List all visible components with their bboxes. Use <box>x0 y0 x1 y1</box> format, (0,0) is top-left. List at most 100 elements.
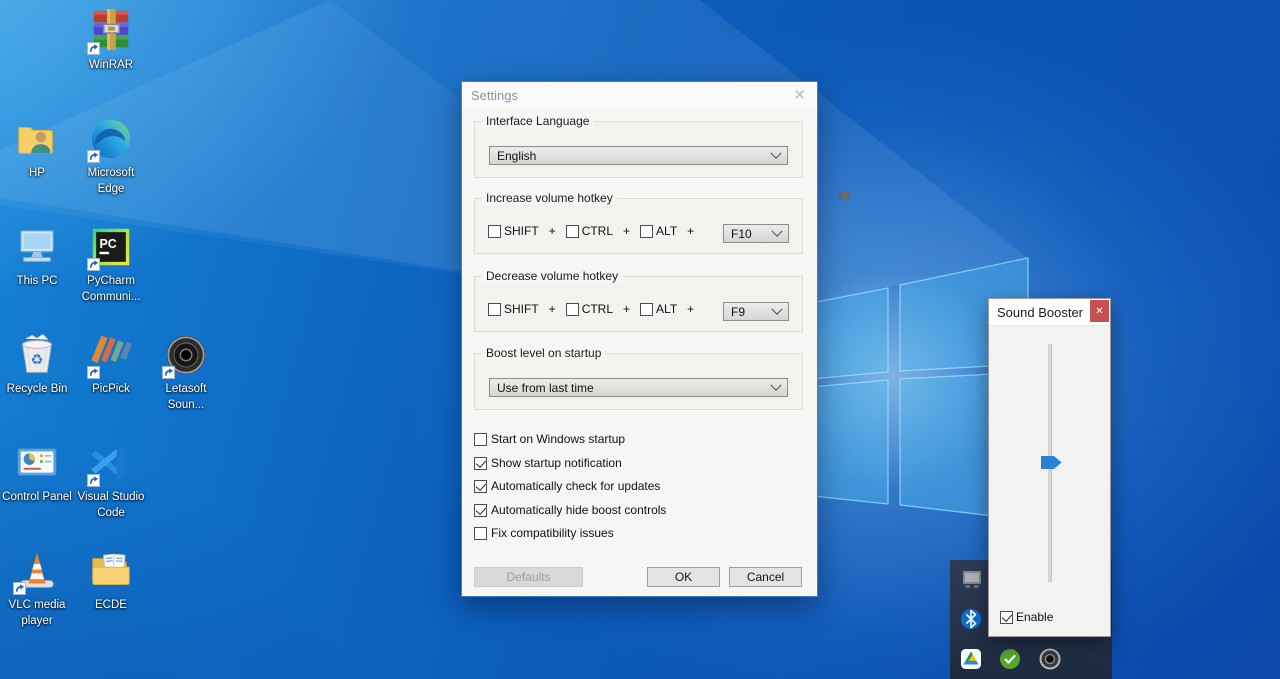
desktop-icon-label: ECDE <box>74 597 148 613</box>
shift-checkbox[interactable] <box>488 303 501 316</box>
group-label: Increase volume hotkey <box>482 191 617 205</box>
alt-checkbox[interactable] <box>640 225 653 238</box>
modifier-label: SHIFT <box>504 302 539 316</box>
decrease-hotkey-group: Decrease volume hotkey SHIFT + CTRL + AL… <box>474 276 803 332</box>
hp-folder-icon <box>14 116 60 162</box>
recycle-bin-icon: ♻ <box>14 332 60 378</box>
cursor-dot <box>840 191 849 200</box>
checkbox-label: Automatically hide boost controls <box>491 503 666 517</box>
desktop-icon-winrar[interactable]: WinRAR <box>74 8 148 73</box>
plus-separator: + <box>687 224 694 238</box>
this-pc-icon <box>14 224 60 270</box>
ctrl-checkbox[interactable] <box>566 225 579 238</box>
shortcut-arrow-icon <box>87 258 100 271</box>
desktop-icon-pycharm[interactable]: PC PyCharm Communi... <box>74 224 148 305</box>
vscode-icon <box>88 440 134 486</box>
modifier-label: ALT <box>656 224 677 238</box>
boost-slider-track[interactable] <box>1048 344 1052 582</box>
plus-separator: + <box>623 302 630 316</box>
group-label: Boost level on startup <box>482 346 605 360</box>
desktop-icon-label: Microsoft Edge <box>74 165 148 197</box>
modifier-label: ALT <box>656 302 677 316</box>
chevron-down-icon <box>770 147 781 158</box>
increase-key-select[interactable]: F10 <box>723 224 789 243</box>
plus-separator: + <box>549 224 556 238</box>
desktop-icon-control-panel[interactable]: Control Panel <box>0 440 74 505</box>
vlc-icon <box>14 548 60 594</box>
svg-text:♻: ♻ <box>31 353 44 369</box>
defaults-button[interactable]: Defaults <box>474 567 583 587</box>
desktop-icon-recycle-bin[interactable]: ♻ Recycle Bin <box>0 332 74 397</box>
control-panel-icon <box>14 440 60 486</box>
desktop-icon-vscode[interactable]: Visual Studio Code <box>74 440 148 521</box>
ctrl-checkbox[interactable] <box>566 303 579 316</box>
enable-checkbox[interactable] <box>1000 611 1013 624</box>
cancel-button[interactable]: Cancel <box>729 567 802 587</box>
close-icon[interactable]: ✕ <box>793 86 806 104</box>
desktop-icon-label: Visual Studio Code <box>74 489 148 521</box>
desktop-icon-vlc[interactable]: VLC media player <box>0 548 74 629</box>
show-startup-notification-checkbox[interactable] <box>474 457 487 470</box>
desktop-icon-label: WinRAR <box>74 57 148 73</box>
decrease-key-select[interactable]: F9 <box>723 302 789 321</box>
ecde-folder-icon <box>88 548 134 594</box>
svg-text:PC: PC <box>100 237 117 251</box>
boost-level-value: Use from last time <box>497 381 594 395</box>
auto-check-updates-checkbox[interactable] <box>474 480 487 493</box>
key-value: F9 <box>731 305 745 319</box>
plus-separator: + <box>549 302 556 316</box>
shortcut-arrow-icon <box>87 366 100 379</box>
update-ok-icon[interactable] <box>998 647 1022 671</box>
settings-title: Settings <box>471 88 518 103</box>
desktop-icon-ecde[interactable]: ECDE <box>74 548 148 613</box>
pycharm-icon: PC <box>88 224 134 270</box>
interface-language-group: Interface Language English <box>474 121 803 178</box>
desktop-icon-picpick[interactable]: PicPick <box>74 332 148 397</box>
desktop-icon-letasoft-sound-booster[interactable]: Letasoft Soun... <box>149 332 223 413</box>
shortcut-arrow-icon <box>13 582 26 595</box>
desktop-icon-microsoft-edge[interactable]: Microsoft Edge <box>74 116 148 197</box>
sound-booster-title: Sound Booster <box>997 305 1083 320</box>
increase-hotkey-group: Increase volume hotkey SHIFT + CTRL + AL… <box>474 198 803 254</box>
settings-titlebar[interactable]: Settings ✕ <box>462 82 817 108</box>
boost-slider-thumb[interactable] <box>1041 456 1062 469</box>
google-drive-icon[interactable] <box>959 647 983 671</box>
speaker-icon <box>163 332 209 378</box>
checkbox-label: Start on Windows startup <box>491 432 625 446</box>
close-button[interactable]: ✕ <box>1090 300 1109 322</box>
language-value: English <box>497 149 536 163</box>
sound-booster-titlebar[interactable]: Sound Booster ✕ <box>989 299 1110 326</box>
modifier-label: CTRL <box>582 302 613 316</box>
key-value: F10 <box>731 227 752 241</box>
desktop-icon-hp[interactable]: HP <box>0 116 74 181</box>
sound-booster-tray-icon[interactable] <box>1038 647 1062 671</box>
plus-separator: + <box>687 302 694 316</box>
fix-compatibility-issues-checkbox[interactable] <box>474 527 487 540</box>
start-on-windows-startup-checkbox[interactable] <box>474 433 487 446</box>
sound-booster-window: Sound Booster ✕ Enable <box>988 298 1111 637</box>
desktop-icon-label: This PC <box>0 273 74 289</box>
desktop-icon-label: Control Panel <box>0 489 74 505</box>
modifier-label: SHIFT <box>504 224 539 238</box>
chevron-down-icon <box>770 379 781 390</box>
boost-level-select[interactable]: Use from last time <box>489 378 788 397</box>
desktop-screen: WinRAR HP Microsoft Edge <box>0 0 1280 679</box>
edge-icon <box>88 116 134 162</box>
desktop-icon-label: Recycle Bin <box>0 381 74 397</box>
chevron-down-icon <box>771 225 782 236</box>
shift-checkbox[interactable] <box>488 225 501 238</box>
display-icon[interactable] <box>960 567 984 591</box>
alt-checkbox[interactable] <box>640 303 653 316</box>
bluetooth-icon[interactable] <box>959 607 983 631</box>
desktop-icon-this-pc[interactable]: This PC <box>0 224 74 289</box>
shortcut-arrow-icon <box>87 474 100 487</box>
modifier-label: CTRL <box>582 224 613 238</box>
auto-hide-boost-controls-checkbox[interactable] <box>474 504 487 517</box>
settings-dialog: Settings ✕ Interface Language English In… <box>461 81 818 597</box>
language-select[interactable]: English <box>489 146 788 165</box>
chevron-down-icon <box>771 303 782 314</box>
ok-button[interactable]: OK <box>647 567 720 587</box>
desktop-icon-label: HP <box>0 165 74 181</box>
desktop-icon-label: PyCharm Communi... <box>74 273 148 305</box>
desktop-icon-label: PicPick <box>74 381 148 397</box>
